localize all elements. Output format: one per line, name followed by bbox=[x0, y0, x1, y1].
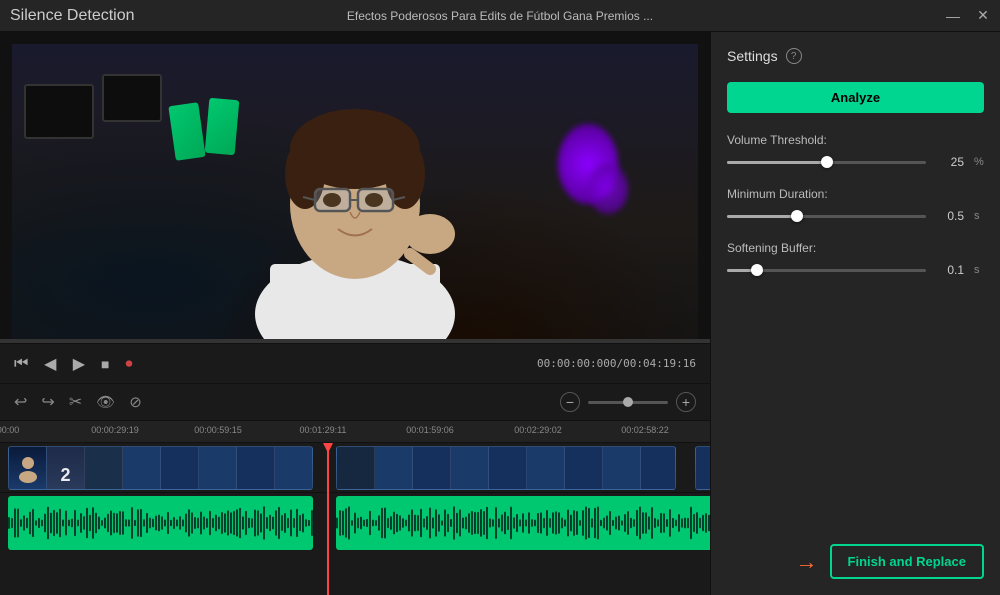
stop-button[interactable]: ■ bbox=[101, 356, 109, 372]
video-clip-2[interactable] bbox=[336, 446, 676, 490]
ruler-mark-5: 00:02:29:02 bbox=[514, 425, 562, 435]
video-preview-wrapper bbox=[0, 32, 710, 339]
minimum-duration-label: Minimum Duration: bbox=[727, 187, 984, 201]
audio-track bbox=[0, 493, 710, 553]
volume-threshold-group: Volume Threshold: 25 % bbox=[727, 133, 984, 169]
ruler-mark-3: 00:01:29:11 bbox=[300, 425, 347, 435]
help-label: ? bbox=[791, 51, 797, 62]
softening-buffer-unit: s bbox=[974, 264, 984, 276]
minimum-duration-fill bbox=[727, 215, 797, 218]
volume-threshold-unit: % bbox=[974, 156, 984, 168]
zoom-thumb bbox=[623, 397, 633, 407]
volume-threshold-slider[interactable] bbox=[727, 161, 926, 164]
redo-button[interactable]: ↪ bbox=[41, 392, 54, 412]
ruler-mark-6: 00:02:58:22 bbox=[621, 425, 669, 435]
cut-button[interactable]: ✂ bbox=[69, 392, 82, 412]
waveform-segment-1 bbox=[8, 496, 313, 550]
video-clip-3[interactable] bbox=[695, 446, 710, 490]
record-button[interactable]: ⏺ bbox=[126, 355, 133, 372]
settings-panel: Settings ? Analyze Volume Threshold: 25 … bbox=[710, 32, 1000, 595]
softening-buffer-slider-row: 0.1 s bbox=[727, 263, 984, 277]
video-content bbox=[12, 44, 698, 339]
ruler-mark-1: 00:00:29:19 bbox=[91, 425, 139, 435]
waveform-svg-2 bbox=[336, 496, 710, 550]
settings-header: Settings ? bbox=[727, 48, 984, 64]
playhead bbox=[327, 443, 329, 595]
edit-controls: ↩ ↪ ✂ 👁 ⊘ − + bbox=[0, 383, 710, 421]
time-display: 00:00:00:000/00:04:19:16 bbox=[537, 357, 696, 370]
minimum-duration-thumb[interactable] bbox=[791, 210, 803, 222]
progress-bar[interactable] bbox=[0, 339, 710, 343]
video-title: Efectos Poderosos Para Edits de Fútbol G… bbox=[347, 9, 653, 23]
volume-threshold-slider-row: 25 % bbox=[727, 155, 984, 169]
app-title: Silence Detection bbox=[10, 7, 135, 25]
minimum-duration-slider[interactable] bbox=[727, 215, 926, 218]
softening-buffer-label: Softening Buffer: bbox=[727, 241, 984, 255]
arrow-indicator: → bbox=[796, 549, 818, 575]
left-panel: ⏮ ▶ ▶ ■ ⏺ 00:00:00:000/00:04:19:16 ↩ ↪ ✂… bbox=[0, 32, 710, 595]
track-area: 2 bbox=[0, 443, 710, 595]
ruler-mark-0: 00:00 bbox=[0, 425, 19, 435]
minimum-duration-slider-row: 0.5 s bbox=[727, 209, 984, 223]
softening-buffer-group: Softening Buffer: 0.1 s bbox=[727, 241, 984, 277]
title-bar: Silence Detection Efectos Poderosos Para… bbox=[0, 0, 1000, 32]
timeline-ruler: 00:00 00:00:29:19 00:00:59:15 00:01:29:1… bbox=[0, 421, 710, 443]
prev-frame-button[interactable]: ⏮ bbox=[14, 355, 28, 373]
timeline: 00:00 00:00:29:19 00:00:59:15 00:01:29:1… bbox=[0, 421, 710, 595]
analyze-button[interactable]: Analyze bbox=[727, 82, 984, 113]
volume-threshold-value: 25 bbox=[936, 155, 964, 169]
main-layout: ⏮ ▶ ▶ ■ ⏺ 00:00:00:000/00:04:19:16 ↩ ↪ ✂… bbox=[0, 32, 1000, 595]
ruler-mark-4: 00:01:59:06 bbox=[406, 425, 454, 435]
softening-buffer-slider[interactable] bbox=[727, 269, 926, 272]
playback-controls: ⏮ ▶ ▶ ■ ⏺ 00:00:00:000/00:04:19:16 bbox=[0, 343, 710, 383]
finish-button-container: → Finish and Replace bbox=[727, 532, 984, 579]
video-person bbox=[195, 44, 515, 339]
close-button[interactable]: ✕ bbox=[976, 9, 990, 23]
zoom-controls: − + bbox=[560, 392, 696, 412]
minimum-duration-group: Minimum Duration: 0.5 s bbox=[727, 187, 984, 223]
play-backward-button[interactable]: ▶ bbox=[44, 354, 56, 374]
finish-and-replace-button[interactable]: Finish and Replace bbox=[830, 544, 984, 579]
zoom-in-button[interactable]: + bbox=[676, 392, 696, 412]
volume-threshold-thumb[interactable] bbox=[821, 156, 833, 168]
minimum-duration-unit: s bbox=[974, 210, 984, 222]
zoom-slider[interactable] bbox=[588, 401, 668, 404]
play-forward-button[interactable]: ▶ bbox=[73, 354, 85, 374]
undo-button[interactable]: ↩ bbox=[14, 392, 27, 412]
settings-title: Settings bbox=[727, 48, 778, 64]
volume-threshold-label: Volume Threshold: bbox=[727, 133, 984, 147]
help-icon[interactable]: ? bbox=[786, 48, 802, 64]
softening-buffer-value: 0.1 bbox=[936, 263, 964, 277]
noise-button[interactable]: ⊘ bbox=[129, 393, 142, 411]
video-clip-1[interactable]: 2 bbox=[8, 446, 313, 490]
zoom-out-button[interactable]: − bbox=[560, 392, 580, 412]
waveform-segment-2 bbox=[336, 496, 710, 550]
softening-buffer-thumb[interactable] bbox=[751, 264, 763, 276]
video-preview bbox=[12, 44, 698, 339]
video-track: 2 bbox=[0, 443, 710, 493]
title-controls: — ✕ bbox=[946, 9, 990, 23]
ruler-mark-2: 00:00:59:15 bbox=[194, 425, 242, 435]
minimize-button[interactable]: — bbox=[946, 9, 960, 23]
eye-button[interactable]: 👁 bbox=[96, 393, 115, 411]
waveform-svg-1 bbox=[8, 496, 313, 550]
volume-threshold-fill bbox=[727, 161, 827, 164]
minimum-duration-value: 0.5 bbox=[936, 209, 964, 223]
